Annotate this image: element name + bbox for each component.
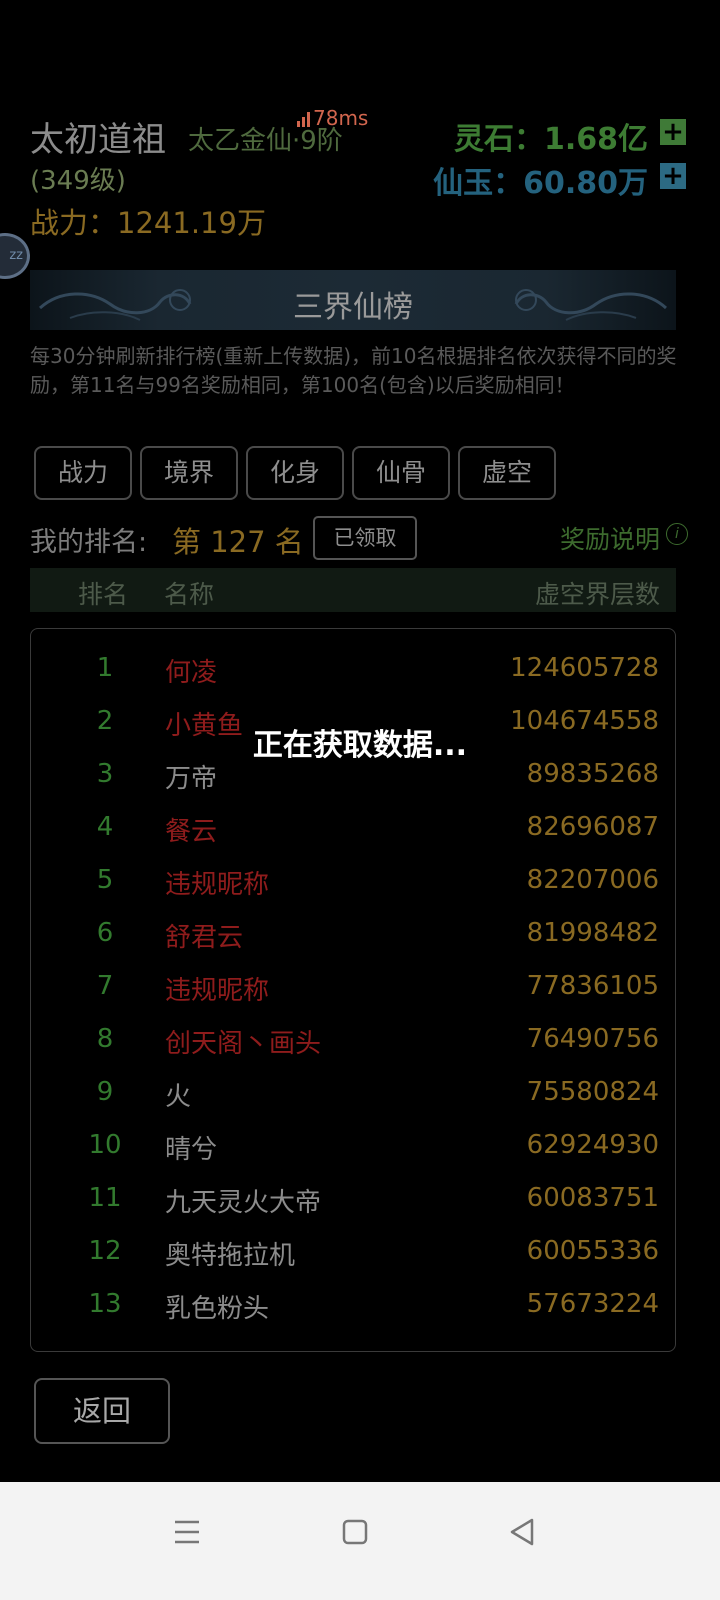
tab-avatar[interactable]: 化身 xyxy=(246,446,344,500)
description-text: 每30分钟刷新排行榜(重新上传数据)，前10名根据排名依次获得不同的奖励，第11… xyxy=(30,344,677,397)
row-value: 77836105 xyxy=(526,971,659,1001)
claimed-button[interactable]: 已领取 xyxy=(313,516,417,560)
table-row[interactable]: 4 餐云 82696087 xyxy=(31,802,675,855)
row-value: 82696087 xyxy=(526,812,659,842)
row-value: 82207006 xyxy=(526,865,659,895)
row-rank: 1 xyxy=(96,653,114,683)
header-rank: 排名 xyxy=(78,580,129,609)
row-value: 62924930 xyxy=(526,1130,659,1160)
header-name: 名称 xyxy=(164,580,215,609)
row-rank: 12 xyxy=(88,1236,122,1266)
tab-bone[interactable]: 仙骨 xyxy=(352,446,450,500)
row-rank: 6 xyxy=(96,918,114,948)
row-name: 餐云 xyxy=(165,817,218,847)
menu-icon[interactable] xyxy=(165,1510,209,1554)
avatar[interactable]: zz xyxy=(0,233,30,279)
row-rank: 9 xyxy=(96,1077,114,1107)
table-row[interactable]: 7 违规昵称 77836105 xyxy=(31,961,675,1014)
row-name: 奥特拖拉机 xyxy=(165,1241,296,1271)
xianyu-line: 仙玉：60.80万 xyxy=(433,158,648,202)
ping-indicator: 78ms xyxy=(297,106,368,130)
row-name: 违规昵称 xyxy=(165,976,270,1006)
row-rank: 13 xyxy=(88,1289,122,1319)
home-square-icon[interactable] xyxy=(333,1510,377,1554)
back-triangle-icon[interactable] xyxy=(500,1510,544,1554)
xianyu-label: 仙玉： xyxy=(433,166,524,201)
row-value: 60083751 xyxy=(526,1183,659,1213)
table-row[interactable]: 10 晴兮 62924930 xyxy=(31,1120,675,1173)
row-rank: 10 xyxy=(88,1130,122,1160)
row-value: 124605728 xyxy=(510,653,659,683)
row-value: 60055336 xyxy=(526,1236,659,1266)
lingshi-value: 1.68亿 xyxy=(543,122,648,157)
player-name: 太初道祖 xyxy=(30,120,166,160)
reward-info-link[interactable]: 奖励说明 xyxy=(560,520,660,556)
my-rank-label: 我的排名: xyxy=(30,527,148,558)
loading-text: 正在获取数据... xyxy=(252,728,468,763)
lingshi-label: 灵石： xyxy=(453,122,544,157)
row-name: 舒君云 xyxy=(165,923,244,953)
table-row[interactable]: 11 九天灵火大帝 60083751 xyxy=(31,1173,675,1226)
banner: 三界仙榜 xyxy=(30,270,676,330)
table-header: 排名 名称 虚空界层数 xyxy=(30,568,676,612)
tab-power[interactable]: 战力 xyxy=(34,446,132,500)
table-row[interactable]: 12 奥特拖拉机 60055336 xyxy=(31,1226,675,1279)
lingshi-line: 灵石：1.68亿 xyxy=(454,114,648,158)
row-name: 晴兮 xyxy=(165,1135,218,1165)
signal-bars-icon xyxy=(297,111,310,127)
ping-value: 78ms xyxy=(313,106,369,130)
add-lingshi-button[interactable]: + xyxy=(660,119,686,145)
system-nav-bar xyxy=(0,1482,720,1600)
back-button[interactable]: 返回 xyxy=(34,1378,170,1444)
header-value: 虚空界层数 xyxy=(534,580,660,609)
row-rank: 8 xyxy=(96,1024,114,1054)
row-value: 75580824 xyxy=(526,1077,659,1107)
row-value: 76490756 xyxy=(526,1024,659,1054)
info-icon[interactable]: i xyxy=(666,523,688,545)
power-line: 战力：1241.19万 xyxy=(30,200,266,242)
row-name: 九天灵火大帝 xyxy=(165,1188,322,1218)
player-level: (349级) xyxy=(30,166,126,196)
row-value: 57673224 xyxy=(526,1289,659,1319)
row-rank: 5 xyxy=(96,865,114,895)
table-row[interactable]: 5 违规昵称 82207006 xyxy=(31,855,675,908)
row-name: 违规昵称 xyxy=(165,870,270,900)
row-name: 创天阁丶画头 xyxy=(165,1029,322,1059)
add-xianyu-button[interactable]: + xyxy=(660,163,686,189)
table-row[interactable]: 13 乳色粉头 57673224 xyxy=(31,1279,675,1332)
table-row[interactable]: 6 舒君云 81998482 xyxy=(31,908,675,961)
xianyu-value: 60.80万 xyxy=(523,166,648,201)
row-rank: 4 xyxy=(96,812,114,842)
row-rank: 7 xyxy=(96,971,114,1001)
table-row[interactable]: 1 何凌 124605728 xyxy=(31,643,675,696)
row-value: 81998482 xyxy=(526,918,659,948)
my-rank-value: 第 127 名 xyxy=(172,525,304,559)
table-row[interactable]: 9 火 75580824 xyxy=(31,1067,675,1120)
tab-realm[interactable]: 境界 xyxy=(140,446,238,500)
row-name: 火 xyxy=(165,1082,192,1112)
table-row[interactable]: 8 创天阁丶画头 76490756 xyxy=(31,1014,675,1067)
banner-title: 三界仙榜 xyxy=(293,290,413,325)
row-rank: 11 xyxy=(88,1183,122,1213)
row-name: 乳色粉头 xyxy=(165,1294,270,1324)
power-value: 1241.19万 xyxy=(117,206,266,240)
row-name: 何凌 xyxy=(165,658,218,688)
power-label: 战力： xyxy=(30,206,118,240)
tab-void[interactable]: 虚空 xyxy=(458,446,556,500)
